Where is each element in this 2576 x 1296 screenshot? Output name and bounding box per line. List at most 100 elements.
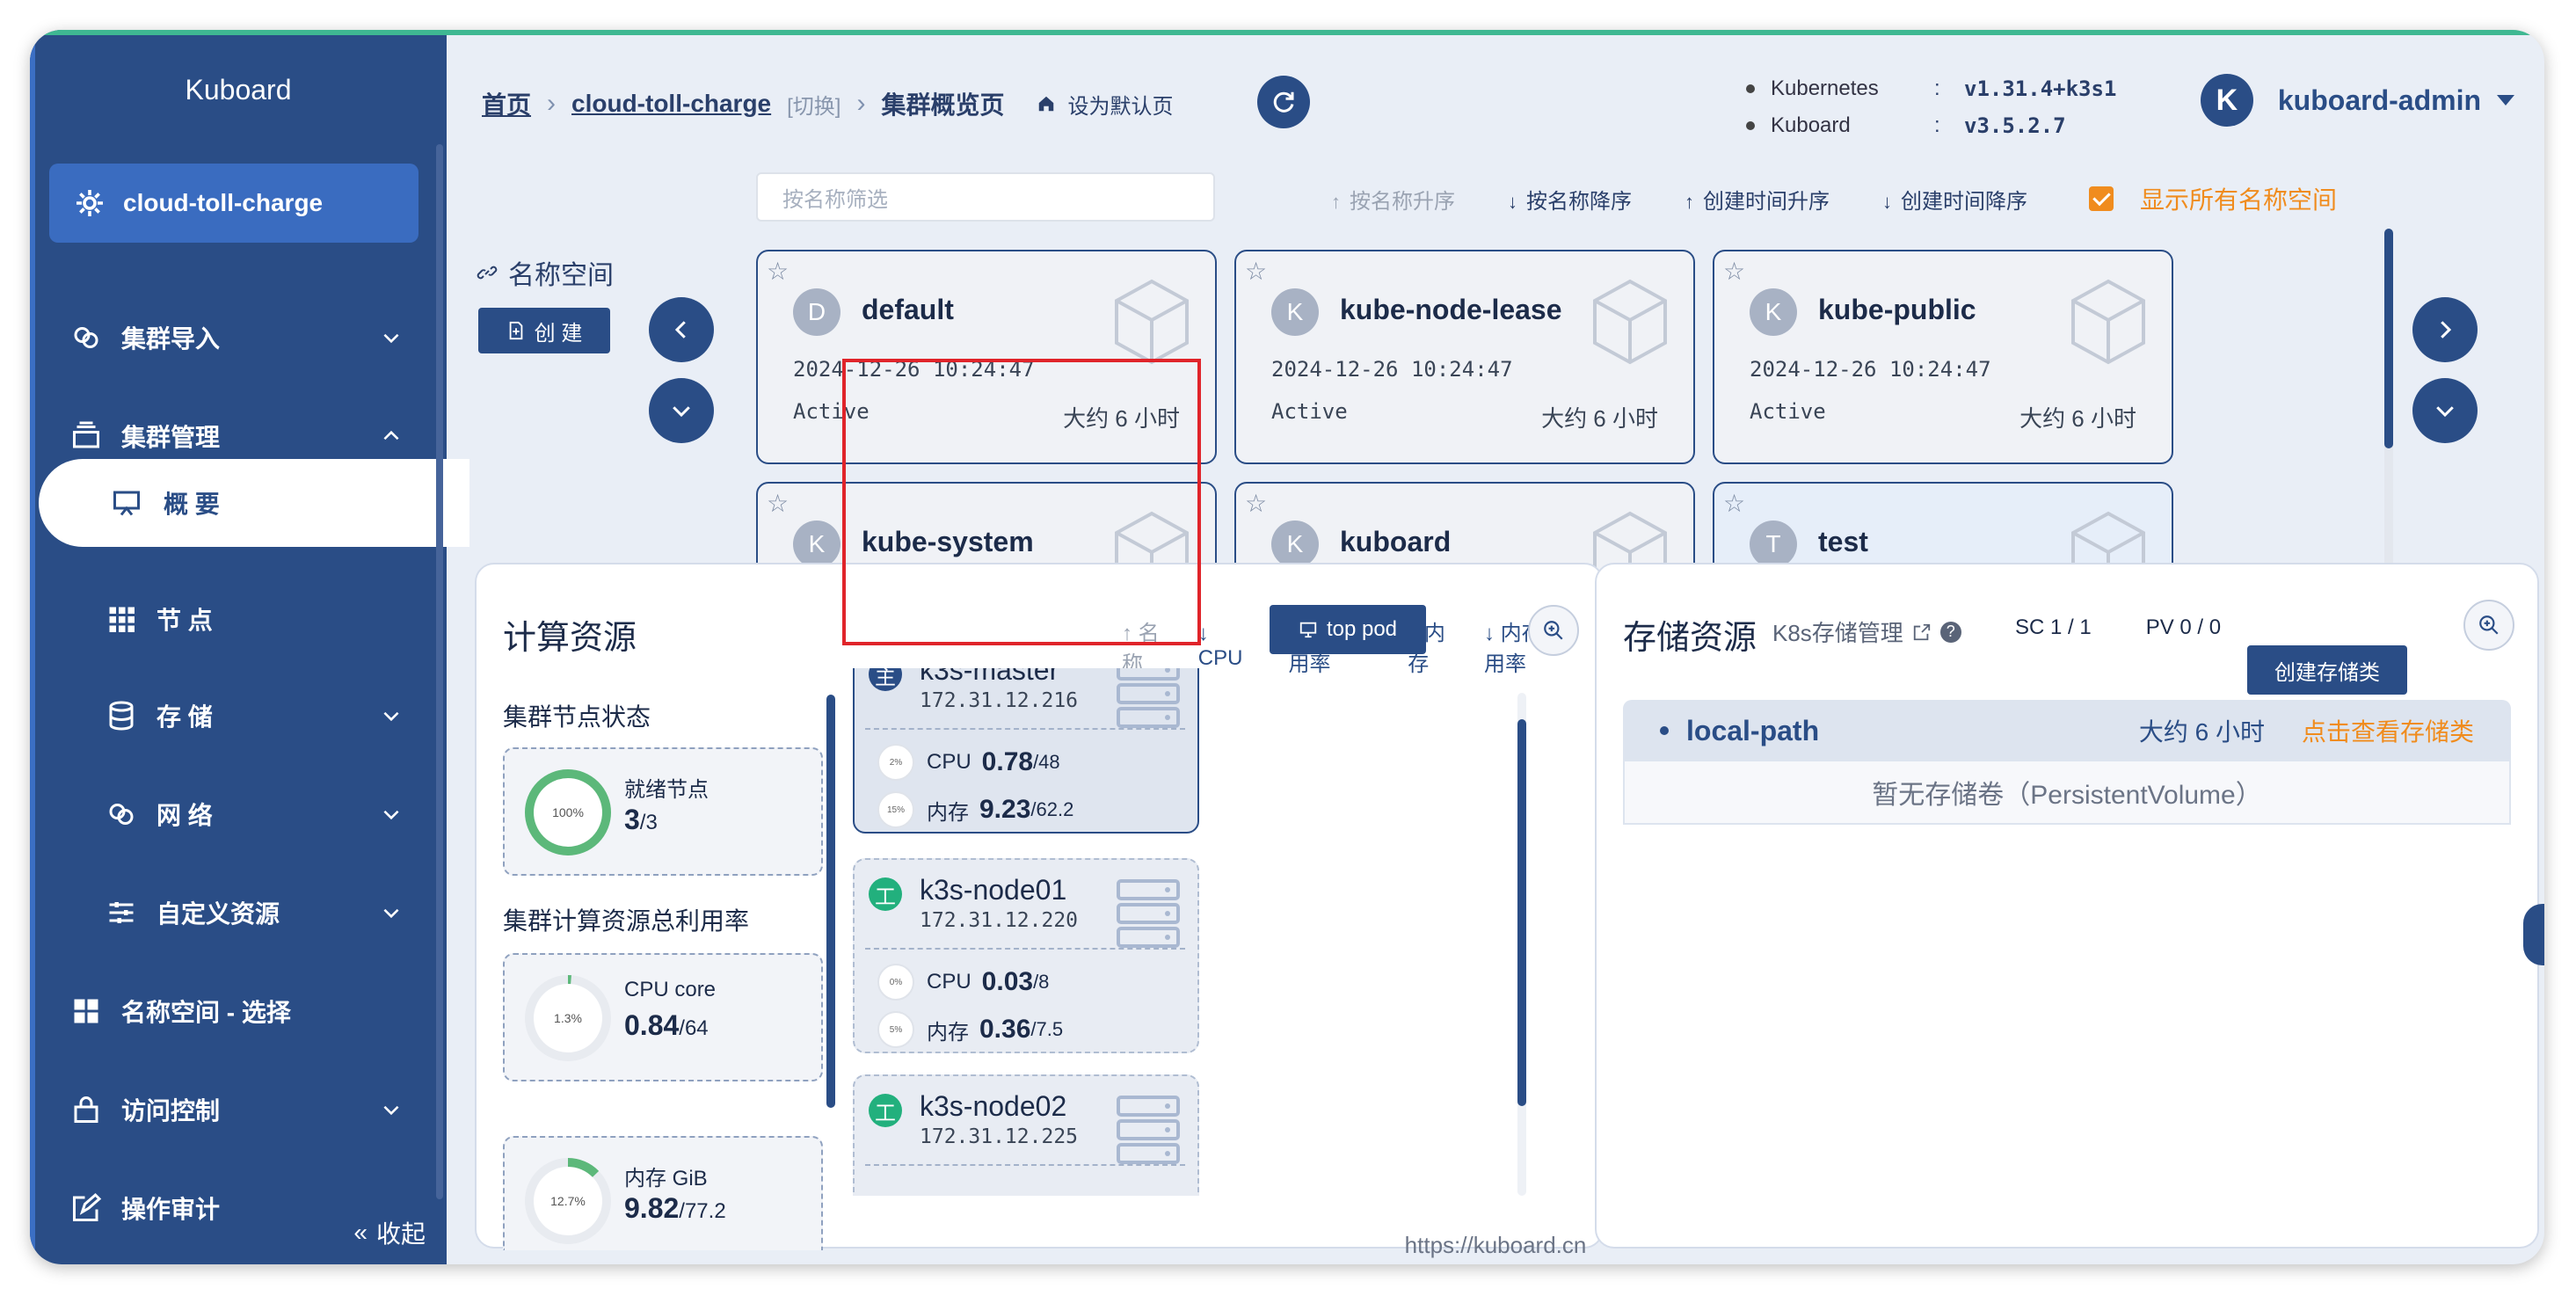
sidebar-item-storage[interactable]: 存 储 xyxy=(30,689,447,742)
star-icon[interactable]: ☆ xyxy=(767,257,789,286)
node-card-k3s-node01[interactable]: 工 k3s-node01 172.31.12.220 0% CPU 0.03/8 5… xyxy=(853,858,1199,1053)
star-icon[interactable]: ☆ xyxy=(1723,257,1745,286)
storage-manage-link[interactable]: K8s存储管理 ? xyxy=(1772,615,1961,648)
sort-name-desc[interactable]: ↓ 按名称降序 xyxy=(1508,184,1658,215)
sort-by-cpu[interactable]: ↓ CPU xyxy=(1198,622,1266,671)
breadcrumb-switch[interactable]: [切换] xyxy=(787,89,840,120)
node-name: k3s-node01 xyxy=(920,874,1067,906)
cluster-stats-scrollbar[interactable] xyxy=(826,695,835,1108)
sort-created-asc[interactable]: ↑ 创建时间升序 xyxy=(1685,184,1856,215)
cpu-used: 0.84 xyxy=(624,1009,680,1041)
memory-usage-label: 内存 GiB xyxy=(624,1167,708,1190)
chevron-down-icon xyxy=(673,406,690,418)
checkbox-checked-icon xyxy=(2089,186,2114,211)
sidebar-item-network[interactable]: 网 络 xyxy=(30,788,447,841)
sidebar-item-access-control[interactable]: 访问控制 xyxy=(30,1083,447,1136)
namespace-scrollbar[interactable] xyxy=(2384,229,2393,572)
sidebar-item-nodes[interactable]: 节 点 xyxy=(30,593,447,645)
view-storage-class-link[interactable]: 点击查看存储类 xyxy=(2302,713,2474,748)
create-storage-class-button[interactable]: 创建存储类 xyxy=(2247,645,2407,695)
memory-used: 9.82 xyxy=(624,1192,680,1224)
double-chevron-left-icon: « xyxy=(353,1219,367,1246)
node-name: k3s-node02 xyxy=(920,1090,1067,1122)
sidebar-item-cluster-manage[interactable]: 集群管理 xyxy=(30,410,447,462)
sidebar-item-label: 概 要 xyxy=(164,491,220,518)
refresh-button[interactable] xyxy=(1257,76,1310,128)
cpu-usage-card: 1.3% CPU core 0.84/64 xyxy=(503,953,823,1081)
footer-url[interactable]: https://kuboard.cn xyxy=(447,1232,2544,1259)
sort-name-asc[interactable]: ↑ 按名称升序 xyxy=(1331,184,1481,215)
namespace-next-button[interactable] xyxy=(2412,297,2478,362)
mem-label: 内存 xyxy=(927,800,969,825)
cube-icon xyxy=(2071,279,2145,365)
sidebar-item-namespace-select[interactable]: 名称空间 - 选择 xyxy=(30,985,447,1038)
sort-created-desc[interactable]: ↓ 创建时间降序 xyxy=(1882,184,2054,215)
breadcrumb-home[interactable]: 首页 xyxy=(482,86,531,121)
namespace-card-kuboard[interactable]: ☆ K kuboard xyxy=(1234,482,1695,575)
edit-icon xyxy=(73,1192,102,1221)
sidebar-collapse-button[interactable]: « 收起 xyxy=(353,1215,426,1250)
namespace-card-kube-public[interactable]: ☆ K kube-public 2024-12-26 10:24:47 Acti… xyxy=(1713,250,2173,464)
namespace-prev-button[interactable] xyxy=(649,297,714,362)
user-menu[interactable]: K kuboard-admin xyxy=(2200,74,2514,127)
chevron-right-icon xyxy=(2441,321,2452,339)
star-icon[interactable]: ☆ xyxy=(1245,257,1267,286)
help-icon[interactable]: ? xyxy=(1939,621,1961,643)
version-name: Kuboard xyxy=(1771,113,1851,137)
scrollbar-thumb[interactable] xyxy=(1517,719,1526,1106)
namespace-avatar: K xyxy=(1750,288,1797,336)
compute-zoom-button[interactable] xyxy=(1528,605,1579,656)
breadcrumb-current: 集群概览页 xyxy=(881,91,1005,119)
sidebar-item-label: 访问控制 xyxy=(121,1097,221,1125)
bullet-icon xyxy=(1746,121,1755,130)
caret-down-icon xyxy=(2497,95,2514,106)
node-list-scrollbar[interactable] xyxy=(1517,693,1526,1196)
storage-resources-panel: 存储资源 K8s存储管理 ? SC 1 / 1 PV 0 / 0 创建存储类 lo… xyxy=(1595,563,2539,1249)
sort-label: 按名称升序 xyxy=(1350,189,1455,214)
sidebar-item-custom-resources[interactable]: 自定义资源 xyxy=(30,886,447,939)
cpu-usage-ring: 1.3% xyxy=(525,975,611,1061)
storage-class-row[interactable]: local-path 大约 6 小时 点击查看存储类 xyxy=(1623,700,2511,761)
zoom-in-icon xyxy=(2479,615,2499,635)
star-icon[interactable]: ☆ xyxy=(767,489,789,518)
namespace-expand-button[interactable] xyxy=(649,378,714,443)
node-card-k3s-node02[interactable]: 工 k3s-node02 172.31.12.225 xyxy=(853,1074,1199,1196)
star-icon[interactable]: ☆ xyxy=(1245,489,1267,518)
namespace-card-test[interactable]: ☆ T test xyxy=(1713,482,2173,575)
sidebar-item-label: 集群导入 xyxy=(121,325,221,353)
node-ip: 172.31.12.225 xyxy=(920,1125,1079,1148)
namespace-collapse-button[interactable] xyxy=(2412,378,2478,443)
star-icon[interactable]: ☆ xyxy=(1723,489,1745,518)
lock-icon xyxy=(74,1096,98,1123)
sort-label: 创建时间降序 xyxy=(1901,189,2027,214)
sidebar-item-overview[interactable]: 概 要 xyxy=(39,459,469,547)
namespace-avatar: K xyxy=(1271,521,1319,568)
top-pod-button[interactable]: top pod xyxy=(1270,605,1426,654)
storage-zoom-button[interactable] xyxy=(2463,600,2514,651)
ready-nodes-pct: 100% xyxy=(552,805,584,819)
home-icon xyxy=(1038,96,1053,112)
chevron-right-icon: › xyxy=(856,89,866,118)
namespace-filter-input[interactable]: 按名称筛选 xyxy=(756,172,1215,222)
set-default-button[interactable]: 设为默认页 xyxy=(1037,89,1174,120)
current-cluster-button[interactable]: cloud-toll-charge xyxy=(49,164,418,243)
show-all-namespaces-checkbox[interactable]: 显示所有名称空间 xyxy=(2089,181,2363,216)
refresh-icon xyxy=(1273,91,1294,113)
collapse-label: 收起 xyxy=(375,1220,426,1248)
node-list: 主 k3s-master 172.31.12.216 2% CPU 0.78/48 … xyxy=(848,668,1208,1196)
header: 首页 › cloud-toll-charge [切换] › 集群概览页 设为默认… xyxy=(447,35,2544,167)
floating-side-button[interactable] xyxy=(2523,904,2544,965)
breadcrumb-cluster[interactable]: cloud-toll-charge xyxy=(571,90,771,118)
pv-count: PV 0 / 0 xyxy=(2145,615,2222,639)
sidebar-item-cluster-import[interactable]: 集群导入 xyxy=(30,311,447,364)
chevron-left-icon xyxy=(674,321,686,339)
namespace-age: 大约 6 小时 xyxy=(2019,405,2136,432)
scrollbar-thumb[interactable] xyxy=(2384,229,2393,448)
create-namespace-button[interactable]: 创 建 xyxy=(478,308,610,353)
mem-label: 内存 xyxy=(927,1020,969,1045)
node-card-k3s-master[interactable]: 主 k3s-master 172.31.12.216 2% CPU 0.78/48 … xyxy=(853,668,1199,834)
namespace-card-kube-node-lease[interactable]: ☆ K kube-node-lease 2024-12-26 10:24:47 … xyxy=(1234,250,1695,464)
sidebar-item-label: 存 储 xyxy=(156,703,213,731)
sidebar-scrollbar[interactable] xyxy=(436,144,443,1199)
memory-usage-value: 9.82/77.2 xyxy=(624,1192,726,1225)
